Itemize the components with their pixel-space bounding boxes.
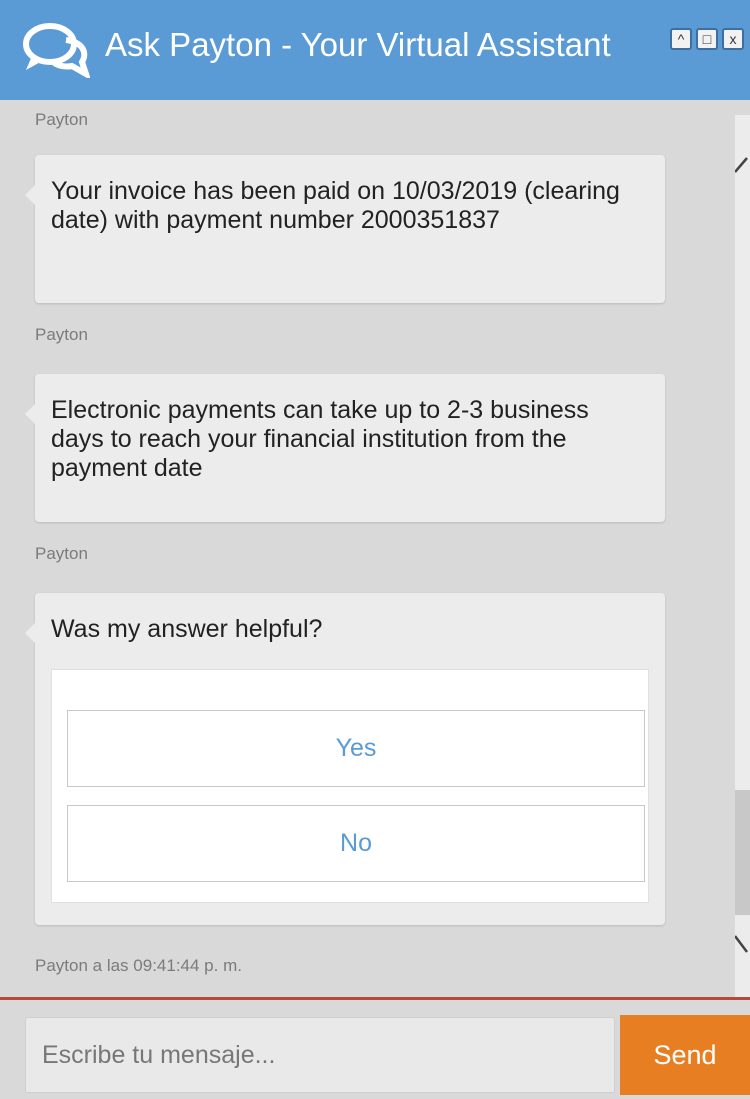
message-input[interactable]: [25, 1017, 615, 1093]
message-list[interactable]: Payton Your invoice has been paid on 10/…: [0, 100, 735, 997]
message-text: Electronic payments can take up to 2-3 b…: [51, 396, 589, 482]
scroll-down-icon[interactable]: [735, 930, 750, 960]
title-bar: Ask Payton - Your Virtual Assistant ^ □ …: [0, 0, 750, 100]
feedback-options: Yes No: [51, 669, 649, 903]
feedback-question: Was my answer helpful?: [51, 615, 323, 643]
message-bubble: Your invoice has been paid on 10/03/2019…: [25, 155, 665, 303]
message-bubble: Electronic payments can take up to 2-3 b…: [25, 374, 665, 522]
feedback-message-bubble: Was my answer helpful? Yes No: [25, 593, 665, 925]
window-title: Ask Payton - Your Virtual Assistant: [105, 26, 611, 63]
feedback-no-button[interactable]: No: [67, 805, 645, 882]
scroll-up-icon[interactable]: [735, 150, 750, 180]
message-timestamp: Payton a las 09:41:44 p. m.: [35, 956, 242, 975]
close-button[interactable]: x: [722, 28, 744, 50]
message-text: Your invoice has been paid on 10/03/2019…: [51, 177, 620, 234]
message-sender: Payton: [35, 544, 88, 563]
feedback-yes-button[interactable]: Yes: [67, 710, 645, 787]
send-button[interactable]: Send: [620, 1015, 750, 1095]
maximize-button[interactable]: □: [696, 28, 718, 50]
chat-bubbles-icon: [23, 23, 90, 78]
message-sender: Payton: [35, 325, 88, 344]
composer: Send: [0, 1000, 750, 1099]
scrollbar-thumb[interactable]: [735, 790, 750, 915]
minimize-button[interactable]: ^: [670, 28, 692, 50]
message-sender: Payton: [35, 110, 88, 129]
